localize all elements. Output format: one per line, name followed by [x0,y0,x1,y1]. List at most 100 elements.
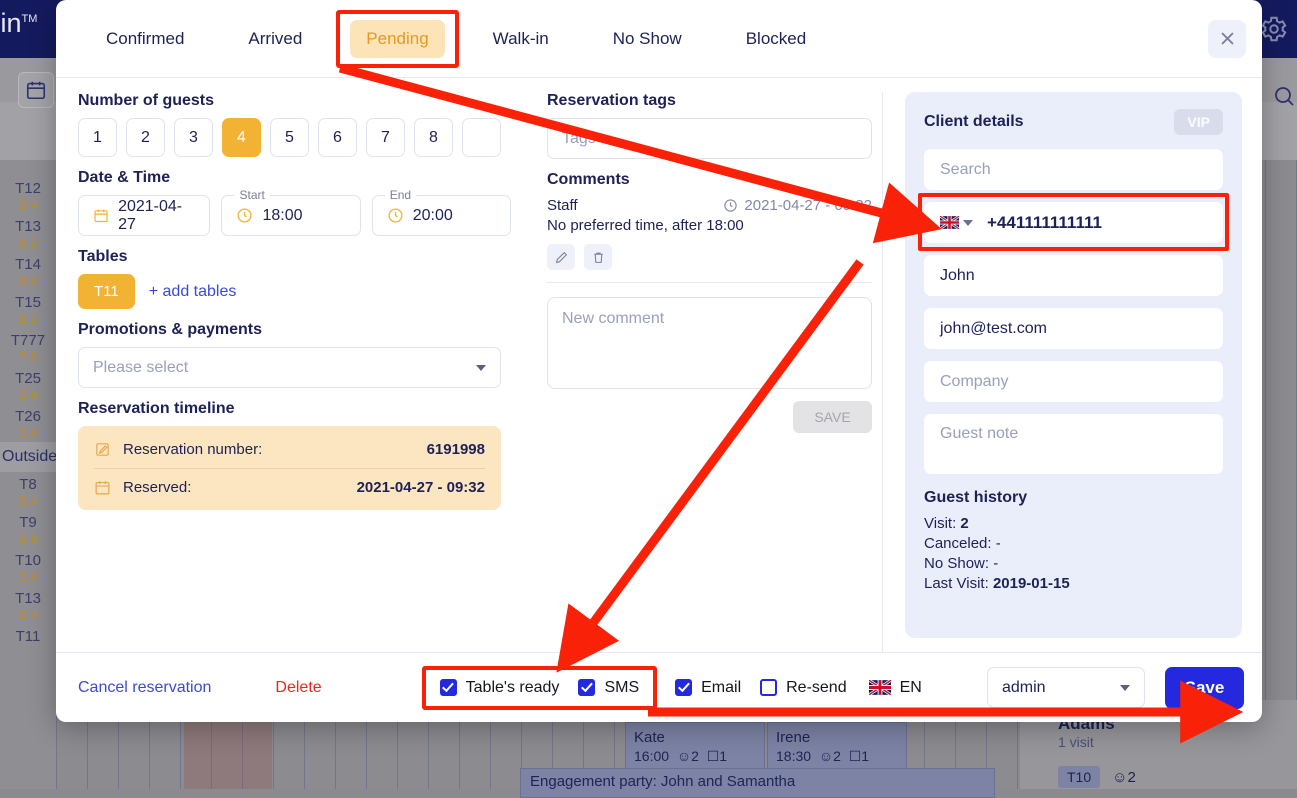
tab-blocked[interactable]: Blocked [730,20,822,58]
end-time-field[interactable]: End 20:00 [372,195,511,236]
sidebar-table-row[interactable]: T15 1-2 [0,290,56,328]
reservation-guests: 2 [691,748,699,764]
gear-icon[interactable] [1259,14,1289,44]
sidebar-table-row[interactable]: T8 2-4 [0,472,56,510]
comment-timestamp: 2021-04-27 - 09:32 [744,197,872,214]
checkbox-email[interactable]: Email [675,679,741,697]
reservation-time: 16:00 [634,748,669,764]
guest-note-input[interactable]: Guest note [924,414,1223,474]
reservation-card[interactable]: Kate 16:00 ☺2 ☐1 [625,722,765,770]
sidebar-table-row[interactable]: T11 [0,624,56,647]
table-name: T12 [0,180,56,197]
checkbox-label: SMS [604,679,639,697]
cancel-reservation-link[interactable]: Cancel reservation [78,679,211,697]
phone-input[interactable]: +441111111111 [924,202,1223,243]
language-selector[interactable]: EN [869,679,922,697]
app-logo: e inTM [0,8,37,39]
user-select[interactable]: admin [987,667,1145,708]
guest-count: 2 [1127,769,1135,786]
tags-title: Reservation tags [547,92,872,110]
event-card[interactable]: Engagement party: John and Samantha [520,768,995,798]
search-icon[interactable] [1272,84,1296,108]
delete-link[interactable]: Delete [275,679,321,697]
sidebar-table-row[interactable]: T25 2-4 [0,366,56,404]
guest-option-6[interactable]: 6 [318,118,357,157]
edit-comment-button[interactable] [547,244,575,270]
new-comment-textarea[interactable]: New comment [547,297,872,389]
country-flag-icon[interactable] [940,216,973,229]
sidebar-table-row[interactable]: T14 3-4 [0,252,56,290]
tab-confirmed[interactable]: Confirmed [90,20,200,58]
history-value: - [996,535,1001,552]
right-column: Client details VIP Search [883,92,1242,652]
guest-option-4-selected[interactable]: 4 [222,118,261,157]
datetime-row: 2021-04-27 Start 18:00 End 20:00 [78,195,511,236]
checkbox-box [760,679,777,696]
calendar-icon [94,479,111,496]
sidebar-table-row[interactable]: T777 7-8 [0,328,56,366]
client-search-placeholder: Search [940,161,991,179]
delete-comment-button[interactable] [584,244,612,270]
user-select-value: admin [1002,679,1046,697]
client-search-input[interactable]: Search [924,149,1223,190]
checkbox-tables-ready[interactable]: Table's ready [440,679,560,697]
promotions-select[interactable]: Please select [78,347,501,388]
guest-option-2[interactable]: 2 [126,118,165,157]
sidebar-table-row[interactable]: T13 2-4 [0,586,56,624]
chevron-down-icon [476,365,486,371]
table-chip-t11[interactable]: T11 [78,274,135,309]
sidebar-table-row[interactable]: T26 2-4 [0,404,56,442]
comment-text: No preferred time, after 18:00 [547,217,872,234]
email-checkbox-group: Email Re-send [675,679,847,697]
guest-option-3[interactable]: 3 [174,118,213,157]
tab-walk-in[interactable]: Walk-in [477,20,565,58]
sidebar-section-label: Outside [0,442,56,472]
save-comment-button[interactable]: SAVE [793,401,872,433]
timeline-row: Reserved: 2021-04-27 - 09:32 [94,468,485,506]
client-details-title: Client details [924,113,1024,131]
history-row: No Show: - [924,554,1223,574]
add-tables-link[interactable]: + add tables [149,283,237,301]
gb-flag-icon [940,216,959,229]
comment-item: Staff 2021-04-27 - 09:32 No preferred ti… [547,197,872,283]
client-email-input[interactable]: john@test.com [924,308,1223,349]
tables-title: Tables [78,248,511,266]
checkbox-resend[interactable]: Re-send [760,679,846,697]
sidebar-table-row[interactable]: T10 2-4 [0,548,56,586]
guest-option-5[interactable]: 5 [270,118,309,157]
table-capacity: 2-4 [0,197,56,212]
client-name-input[interactable]: John [924,255,1223,296]
guest-option-custom[interactable] [462,118,501,157]
guest-option-8[interactable]: 8 [414,118,453,157]
date-value: 2021-04-27 [118,198,195,234]
history-value: 2 [960,515,968,532]
tab-pending[interactable]: Pending [350,20,444,58]
reservation-notes: 1 [861,748,869,764]
checkbox-sms[interactable]: SMS [578,679,639,697]
timeline-label: Reserved: [123,479,191,496]
table-capacity: 7-8 [0,349,56,364]
clock-icon [387,207,404,224]
sidebar-table-row[interactable]: T9 1-4 [0,510,56,548]
table-name: T13 [0,218,56,235]
sidebar-table-row[interactable]: T12 2-4 [0,176,56,214]
date-field[interactable]: 2021-04-27 [78,195,210,236]
table-name: T777 [0,332,56,349]
checkbox-box [440,679,457,696]
sidebar-table-row[interactable]: T13 1-2 [0,214,56,252]
save-button[interactable]: Save [1165,667,1244,709]
client-company-input[interactable]: Company [924,361,1223,402]
tab-no-show[interactable]: No Show [597,20,698,58]
reservation-card[interactable]: Irene 18:30 ☺2 ☐1 [767,722,907,770]
tags-input[interactable]: Tags [547,118,872,159]
checkbox-box [578,679,595,696]
calendar-button[interactable] [18,72,54,108]
start-time-field[interactable]: Start 18:00 [221,195,360,236]
close-button[interactable] [1208,20,1246,58]
guest-option-7[interactable]: 7 [366,118,405,157]
guest-option-1[interactable]: 1 [78,118,117,157]
tab-arrived[interactable]: Arrived [232,20,318,58]
vip-badge[interactable]: VIP [1174,109,1223,135]
phone-field-highlight: +441111111111 [924,202,1223,243]
table-capacity: 1-4 [0,531,56,546]
